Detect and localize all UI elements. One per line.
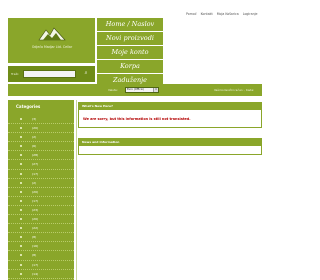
list-item[interactable]: (3) [8,115,74,125]
bullet-icon [20,118,22,120]
bullet-icon [20,208,22,211]
category-count: (16) [32,244,39,249]
logo-panel: Odjeća Madjar Ltd. Cellar [8,18,95,63]
list-item[interactable]: (14) [8,270,74,279]
category-count: (2) [32,180,37,185]
list-item[interactable]: (22) [8,224,74,234]
search-input[interactable] [23,70,76,78]
list-item[interactable]: (17) [8,261,74,270]
list-item[interactable]: (16) [8,242,74,252]
list-item[interactable]: (8) [8,251,74,261]
search-bar: Traži: [8,66,95,82]
list-item[interactable]: (2) [8,179,74,188]
bullet-icon [20,218,22,221]
list-item[interactable]: (17) [8,170,74,179]
toolbar: Valuta: Euro (Officio) ▾ Vaši korisnički… [8,84,262,96]
top-link-cart[interactable]: Moja Košarica [217,12,239,16]
bullet-icon [20,145,22,148]
category-count: (2) [32,135,37,140]
category-count: (14) [32,271,39,276]
top-link-login[interactable]: Logiranje [243,12,258,16]
menu-item-cart[interactable]: Korpa [97,60,164,74]
currency-label: Valuta: [108,88,118,92]
category-count: (28) [32,153,39,158]
whats-new-panel-title: What's New Here? [78,102,262,110]
mountain-logo-icon [38,27,66,41]
list-item[interactable]: (20) [8,188,74,197]
list-item[interactable]: (2) [8,133,74,143]
bullet-icon [20,181,22,184]
category-count: (27) [32,162,39,167]
category-count: (20) [32,189,39,194]
list-item[interactable]: (28) [8,151,74,161]
bullet-icon [20,163,22,166]
category-count: (20) [32,217,39,222]
header-blank-area [164,18,262,82]
logo-text: Odjeća Madjar Ltd. Cellar [31,45,73,49]
bullet-icon [20,154,22,157]
category-count: (20) [32,126,39,131]
categories-title: Categories [16,104,41,109]
chevron-down-icon[interactable]: ▾ [153,88,158,92]
bullet-icon [20,236,22,239]
whats-new-panel: We are sorry, but this information is st… [78,110,262,128]
bullet-icon [20,136,22,139]
categories-list: (3) (20) (2) (6) (28) (27) (17) (2) (20)… [8,115,74,279]
category-count: (17) [32,262,39,267]
list-item[interactable]: (20) [8,215,74,225]
main-menu: Home / Naslov Novi proizvodi Moje konto … [97,18,164,88]
category-count: (17) [32,171,39,176]
news-panel-title: News and Information [78,138,262,146]
list-item[interactable]: (17) [8,197,74,206]
category-count: (8) [32,253,37,258]
top-link-help[interactable]: Pomoć [186,12,197,16]
currency-value: Euro (Officio) [127,88,145,91]
top-link-contact[interactable]: Kontakt [201,12,213,16]
error-message: We are sorry, but this information is st… [83,117,191,121]
list-item[interactable]: (6) [8,142,74,152]
bullet-icon [20,199,22,202]
top-links: Pomoć Kontakt Moja Košarica Logiranje [186,12,257,16]
list-item[interactable]: (8) [8,233,74,243]
currency-select[interactable]: Euro (Officio) ▾ [125,87,159,93]
bullet-icon [20,272,22,275]
search-label: Traži: [11,72,19,76]
news-panel [78,146,262,155]
bullet-icon [20,127,22,130]
category-count: (3) [32,117,37,121]
list-item[interactable]: (27) [8,160,74,170]
menu-item-new-products[interactable]: Novi proizvodi [97,32,164,46]
category-count: (23) [32,207,39,212]
bullet-icon [20,227,22,230]
category-count: (8) [32,235,37,240]
bullet-icon [20,254,22,257]
categories-sidebar: Categories (3) (20) (2) (6) (28) (27) (1… [8,100,74,280]
search-icon[interactable]: ⌕ [83,70,89,76]
menu-item-home[interactable]: Home / Naslov [97,18,164,32]
category-count: (22) [32,226,39,231]
menu-item-my-account[interactable]: Moje konto [97,46,164,60]
account-status-text: Vaši korisnički račun: , Kada: [213,88,254,92]
bullet-icon [20,172,22,175]
category-count: (6) [32,144,37,149]
list-item[interactable]: (20) [8,124,74,134]
category-count: (17) [32,198,39,203]
bullet-icon [20,263,22,266]
list-item[interactable]: (23) [8,206,74,216]
bullet-icon [20,245,22,248]
bullet-icon [20,190,22,193]
